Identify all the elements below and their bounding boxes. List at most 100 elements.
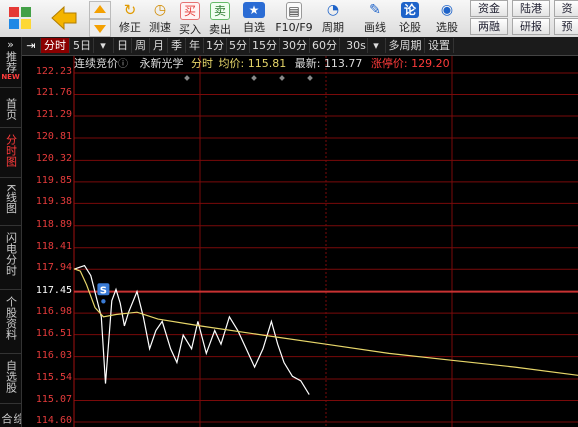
axis-tick-marker: [307, 75, 313, 81]
chart-options-arrow-icon[interactable]: ⇥: [22, 38, 41, 53]
toolbar-f10-label: F10/F9: [275, 21, 313, 34]
price-axis-label: 115.07: [35, 393, 72, 405]
info-circle-icon[interactable]: ⓘ: [118, 59, 128, 70]
tab-stock-profile-label: 个股资料: [4, 296, 18, 340]
toolbar-refresh-label: 修正: [119, 21, 141, 34]
latest-label: 最新:: [294, 57, 321, 70]
toolbar-buy[interactable]: 买 买入: [176, 0, 204, 37]
stock-name: 永新光学: [139, 57, 184, 70]
scroll-up-arrow-icon[interactable]: [89, 1, 111, 19]
price-axis-label: 115.54: [35, 372, 72, 383]
price-axis-label: 118.89: [35, 218, 72, 230]
signal-marker-dot: [101, 299, 106, 304]
limit-value: 129.20: [411, 57, 450, 70]
toolbar-speedtest-label: 测速: [149, 21, 171, 34]
forecast-button[interactable]: 预: [554, 18, 578, 35]
toolbar-watchlist[interactable]: ★ 自选: [236, 0, 272, 37]
period-month[interactable]: 月: [150, 38, 168, 53]
intraday-chart-svg: S: [73, 56, 578, 427]
latest-value: 113.77: [323, 57, 363, 70]
period-5min[interactable]: 5分: [227, 38, 250, 53]
select-stock-icon: ◉: [440, 2, 454, 18]
toolbar-speedtest[interactable]: ◷ 测速: [146, 0, 174, 37]
toolbar-draw[interactable]: ✎ 画线: [358, 0, 392, 37]
tab-comprehensive[interactable]: 综合: [0, 407, 21, 427]
tab-flash-intraday[interactable]: 闪电分时: [0, 229, 21, 290]
discuss-icon: 论: [401, 2, 419, 18]
period-year[interactable]: 年: [186, 38, 204, 53]
price-axis-label: 119.38: [35, 196, 72, 208]
period-30s[interactable]: 30s: [345, 38, 368, 53]
period-settings[interactable]: 设置: [425, 38, 454, 53]
scroll-down-arrow-icon[interactable]: [89, 19, 111, 37]
period-30min[interactable]: 30分: [280, 38, 310, 53]
period-5day-dropdown-icon[interactable]: ▾: [93, 38, 114, 53]
period-1min[interactable]: 1分: [204, 38, 227, 53]
buy-icon: 买: [180, 2, 200, 20]
more-button-top[interactable]: 资: [554, 0, 578, 17]
tab-stock-profile[interactable]: 个股资料: [0, 293, 21, 354]
period-icon: ◔: [326, 2, 340, 18]
margin-trading-button[interactable]: 两融: [470, 18, 508, 35]
hk-connect-button[interactable]: 陆港: [512, 0, 550, 17]
research-report-button[interactable]: 研报: [512, 18, 550, 35]
toolbar-watchlist-label: 自选: [243, 21, 265, 34]
sell-icon: 卖: [210, 2, 230, 20]
limit-label: 涨停价:: [370, 57, 408, 70]
tab-flash-intraday-label: 闪电分时: [4, 232, 18, 276]
signal-marker-label: S: [100, 285, 107, 296]
period-quarter[interactable]: 季: [168, 38, 186, 53]
toolbar-select-stock[interactable]: ◉ 选股: [430, 0, 464, 37]
app-menu-icon[interactable]: [8, 6, 32, 30]
chart-mode: 分时: [191, 57, 213, 70]
tab-my-stocks-label: 自选股: [4, 360, 18, 393]
period-30s-dropdown-icon[interactable]: ▾: [367, 38, 386, 53]
price-axis-label: 122.23: [35, 66, 72, 77]
period-day[interactable]: 日: [114, 38, 132, 53]
price-axis-label: 116.03: [35, 349, 72, 361]
toolbar-sell[interactable]: 卖 卖出: [206, 0, 234, 37]
period-5day[interactable]: 5日: [71, 38, 94, 53]
intraday-chart[interactable]: S: [22, 56, 578, 427]
toolbar-sell-label: 卖出: [209, 23, 231, 36]
period-60min[interactable]: 60分: [310, 38, 340, 53]
tab-comprehensive-label: 综合: [0, 413, 21, 424]
price-axis-label: 116.51: [35, 327, 72, 339]
tab-home-label: 首页: [4, 98, 18, 120]
period-week[interactable]: 周: [132, 38, 150, 53]
period-bar: ⇥ 分时 5日 ▾ 日 周 月 季 年 1分 5分 15分 30分 60分 30…: [22, 37, 578, 56]
back-arrow-icon[interactable]: [50, 5, 78, 31]
funds-button[interactable]: 资金: [470, 0, 508, 17]
tab-kline-label: K线图: [4, 184, 18, 214]
price-axis-label: 121.29: [35, 108, 72, 120]
tab-intraday-label: 分时图: [4, 134, 18, 167]
price-axis-label: 119.85: [35, 174, 72, 186]
star-icon: ★: [243, 2, 265, 18]
f10-icon: ▤: [286, 2, 302, 20]
toolbar-discuss-label: 论股: [399, 21, 421, 34]
avg-label: 均价:: [218, 57, 245, 70]
axis-tick-marker: [251, 75, 257, 81]
tab-home[interactable]: 首页: [0, 95, 21, 128]
tab-recommend[interactable]: » 推荐 NEW: [0, 39, 21, 88]
axis-tick-marker: [279, 75, 285, 81]
toolbar-refresh[interactable]: ↻ 修正: [116, 0, 144, 37]
main-toolbar: ↻ 修正 ◷ 测速 买 买入 卖 卖出 ★ 自选 ▤ F10/F9 ◔ 周期 ✎…: [0, 0, 578, 38]
price-axis-label: 120.81: [35, 130, 72, 142]
tab-kline[interactable]: K线图: [0, 181, 21, 226]
avg-value: 115.81: [247, 57, 287, 70]
collapse-chevron-icon[interactable]: »: [0, 39, 21, 51]
toolbar-select-stock-label: 选股: [436, 21, 458, 34]
refresh-icon: ↻: [123, 1, 137, 19]
new-badge: NEW: [1, 73, 20, 81]
tab-my-stocks[interactable]: 自选股: [0, 357, 21, 404]
period-multi[interactable]: 多周期: [386, 38, 425, 53]
period-intraday[interactable]: 分时: [41, 38, 70, 53]
period-15min[interactable]: 15分: [250, 38, 280, 53]
tab-intraday[interactable]: 分时图: [0, 131, 21, 178]
price-axis-label: 114.60: [35, 415, 72, 426]
toolbar-period[interactable]: ◔ 周期: [316, 0, 350, 37]
toolbar-discuss[interactable]: 论 论股: [396, 0, 424, 37]
pencil-icon: ✎: [369, 2, 381, 18]
toolbar-f10[interactable]: ▤ F10/F9: [275, 0, 313, 37]
